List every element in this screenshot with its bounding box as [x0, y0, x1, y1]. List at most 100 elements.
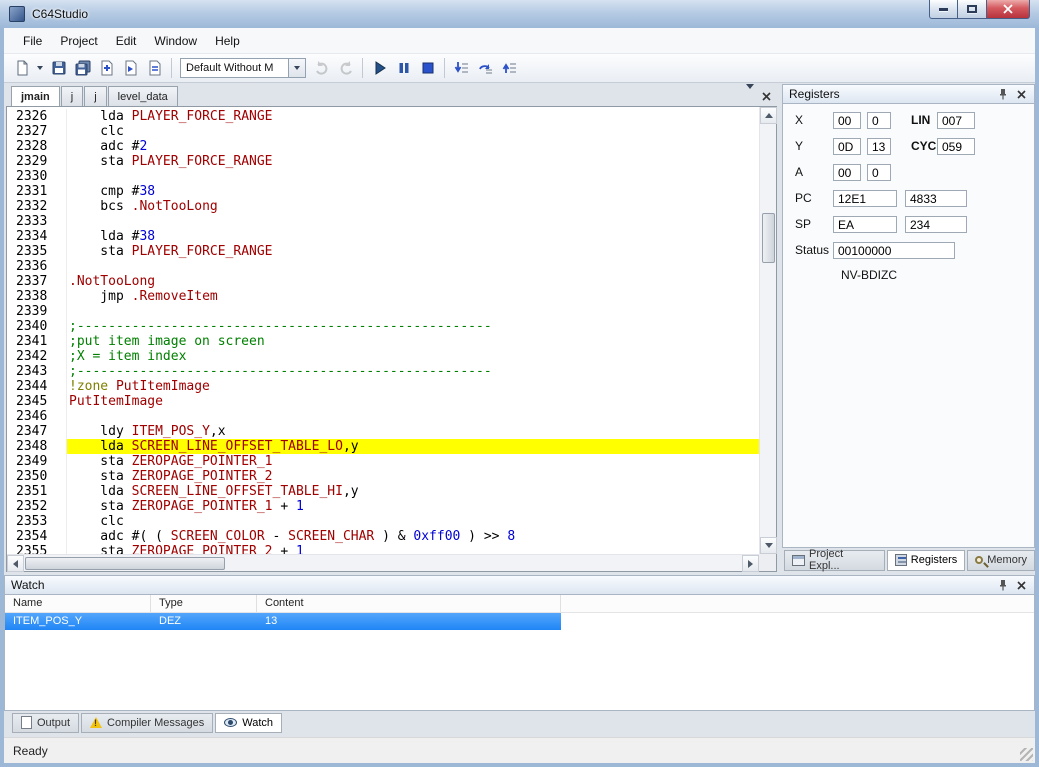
compile-button[interactable]: [143, 57, 166, 79]
editor-tab-1-j[interactable]: j: [61, 86, 83, 106]
new-file-dropdown-button[interactable]: [34, 57, 46, 79]
pin-button[interactable]: [996, 578, 1010, 592]
code-line-2337[interactable]: 2337.NotTooLong: [7, 274, 759, 289]
watch-column-content[interactable]: Content: [257, 595, 561, 612]
line-number[interactable]: 2337: [7, 274, 67, 289]
new-file-button[interactable]: [10, 57, 33, 79]
register-sp-hex-field[interactable]: EA: [833, 216, 897, 233]
code-line-2340[interactable]: 2340;-----------------------------------…: [7, 319, 759, 334]
panel-close-button[interactable]: [1014, 87, 1028, 101]
code-line-2343[interactable]: 2343;-----------------------------------…: [7, 364, 759, 379]
step-out-button[interactable]: [498, 57, 521, 79]
line-number[interactable]: 2327: [7, 124, 67, 139]
code-line-2355[interactable]: 2355 sta ZEROPAGE_POINTER_2 + 1: [7, 544, 759, 554]
cyc-field[interactable]: 059: [937, 138, 975, 155]
watch-column-type[interactable]: Type: [151, 595, 257, 612]
code-line-2334[interactable]: 2334 lda #38: [7, 229, 759, 244]
line-number[interactable]: 2352: [7, 499, 67, 514]
line-number[interactable]: 2347: [7, 424, 67, 439]
scroll-right-button[interactable]: [742, 555, 759, 572]
stop-button[interactable]: [416, 57, 439, 79]
maximize-button[interactable]: [958, 0, 987, 19]
code-line-2346[interactable]: 2346: [7, 409, 759, 424]
register-pc-dec-field[interactable]: 4833: [905, 190, 967, 207]
editor-horizontal-scrollbar[interactable]: [7, 554, 759, 571]
step-into-button[interactable]: [450, 57, 473, 79]
code-line-2330[interactable]: 2330: [7, 169, 759, 184]
code-line-2335[interactable]: 2335 sta PLAYER_FORCE_RANGE: [7, 244, 759, 259]
editor-vertical-scrollbar[interactable]: [759, 107, 776, 554]
line-number[interactable]: 2349: [7, 454, 67, 469]
line-number[interactable]: 2339: [7, 304, 67, 319]
line-number[interactable]: 2331: [7, 184, 67, 199]
line-number[interactable]: 2351: [7, 484, 67, 499]
line-number[interactable]: 2344: [7, 379, 67, 394]
menu-file[interactable]: File: [14, 28, 51, 53]
redo-button[interactable]: [334, 57, 357, 79]
panel-close-button[interactable]: [1014, 578, 1028, 592]
combobox-dropdown-button[interactable]: [288, 59, 305, 77]
code-line-2349[interactable]: 2349 sta ZEROPAGE_POINTER_1: [7, 454, 759, 469]
line-number[interactable]: 2355: [7, 544, 67, 554]
code-line-2341[interactable]: 2341;put item image on screen: [7, 334, 759, 349]
watch-row-item-pos-y[interactable]: ITEM_POS_YDEZ13: [5, 613, 561, 630]
code-line-2329[interactable]: 2329 sta PLAYER_FORCE_RANGE: [7, 154, 759, 169]
code-line-2331[interactable]: 2331 cmp #38: [7, 184, 759, 199]
resize-grip[interactable]: [1020, 748, 1033, 761]
code-line-2345[interactable]: 2345PutItemImage: [7, 394, 759, 409]
watch-column-name[interactable]: Name: [5, 595, 151, 612]
right-tab-project-expl[interactable]: Project Expl...: [784, 550, 885, 571]
build-config-combobox[interactable]: Default Without M: [180, 58, 306, 78]
pin-button[interactable]: [996, 87, 1010, 101]
register-y-dec-field[interactable]: 13: [867, 138, 891, 155]
editor-tab-0-jmain[interactable]: jmain: [11, 86, 60, 106]
bottom-tab-output[interactable]: Output: [12, 713, 79, 733]
line-number[interactable]: 2353: [7, 514, 67, 529]
undo-button[interactable]: [310, 57, 333, 79]
code-line-2351[interactable]: 2351 lda SCREEN_LINE_OFFSET_TABLE_HI,y: [7, 484, 759, 499]
register-pc-hex-field[interactable]: 12E1: [833, 190, 897, 207]
scroll-down-button[interactable]: [760, 537, 777, 554]
line-number[interactable]: 2340: [7, 319, 67, 334]
code-line-2354[interactable]: 2354 adc #( ( SCREEN_COLOR - SCREEN_CHAR…: [7, 529, 759, 544]
line-number[interactable]: 2341: [7, 334, 67, 349]
save-all-button[interactable]: [71, 57, 94, 79]
line-number[interactable]: 2345: [7, 394, 67, 409]
line-number[interactable]: 2354: [7, 529, 67, 544]
line-number[interactable]: 2348: [7, 439, 67, 454]
line-number[interactable]: 2333: [7, 214, 67, 229]
code-line-2327[interactable]: 2327 clc: [7, 124, 759, 139]
line-number[interactable]: 2343: [7, 364, 67, 379]
line-number[interactable]: 2335: [7, 244, 67, 259]
code-line-2336[interactable]: 2336: [7, 259, 759, 274]
code-editor[interactable]: 2326 lda PLAYER_FORCE_RANGE2327 clc2328 …: [7, 107, 759, 554]
step-over-button[interactable]: [474, 57, 497, 79]
right-tab-memory[interactable]: Memory: [967, 550, 1035, 571]
code-line-2353[interactable]: 2353 clc: [7, 514, 759, 529]
register-sp-dec-field[interactable]: 234: [905, 216, 967, 233]
editor-tab-3-level-data[interactable]: level_data: [108, 86, 178, 106]
build-button[interactable]: [95, 57, 118, 79]
code-line-2338[interactable]: 2338 jmp .RemoveItem: [7, 289, 759, 304]
code-line-2342[interactable]: 2342;X = item index: [7, 349, 759, 364]
menu-project[interactable]: Project: [51, 28, 106, 53]
register-x-dec-field[interactable]: 0: [867, 112, 891, 129]
code-line-2348[interactable]: 2348 lda SCREEN_LINE_OFFSET_TABLE_LO,y: [7, 439, 759, 454]
code-line-2332[interactable]: 2332 bcs .NotTooLong: [7, 199, 759, 214]
scroll-up-button[interactable]: [760, 107, 777, 124]
menu-help[interactable]: Help: [206, 28, 249, 53]
line-number[interactable]: 2338: [7, 289, 67, 304]
build-and-run-button[interactable]: [119, 57, 142, 79]
line-number[interactable]: 2336: [7, 259, 67, 274]
register-y-hex-field[interactable]: 0D: [833, 138, 861, 155]
code-line-2347[interactable]: 2347 ldy ITEM_POS_Y,x: [7, 424, 759, 439]
code-line-2352[interactable]: 2352 sta ZEROPAGE_POINTER_1 + 1: [7, 499, 759, 514]
minimize-button[interactable]: [929, 0, 958, 19]
code-line-2350[interactable]: 2350 sta ZEROPAGE_POINTER_2: [7, 469, 759, 484]
line-number[interactable]: 2326: [7, 109, 67, 124]
line-number[interactable]: 2328: [7, 139, 67, 154]
pause-button[interactable]: [392, 57, 415, 79]
code-line-2333[interactable]: 2333: [7, 214, 759, 229]
line-number[interactable]: 2342: [7, 349, 67, 364]
code-line-2328[interactable]: 2328 adc #2: [7, 139, 759, 154]
